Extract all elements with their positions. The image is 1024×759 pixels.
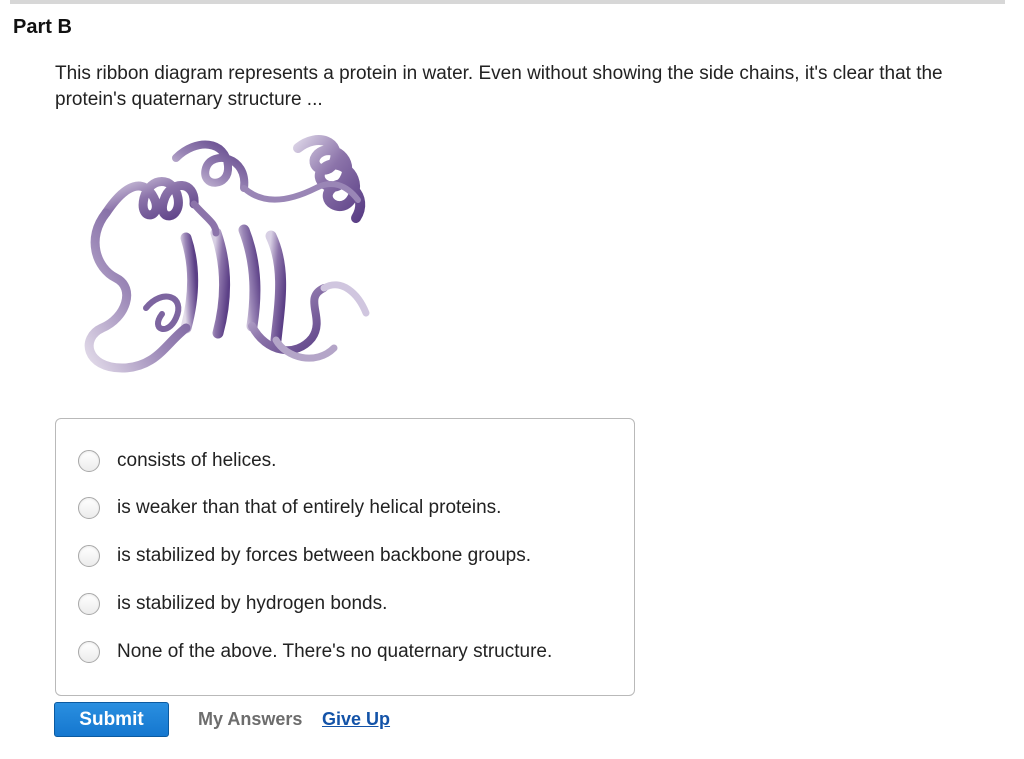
protein-ribbon-diagram: [84, 135, 370, 373]
option-hydrogen-bonds[interactable]: is stabilized by hydrogen bonds.: [78, 589, 387, 619]
option-backbone-forces[interactable]: is stabilized by forces between backbone…: [78, 541, 531, 571]
option-helices[interactable]: consists of helices.: [78, 446, 276, 476]
my-answers-link[interactable]: My Answers: [198, 709, 302, 730]
top-divider: [10, 0, 1005, 4]
radio-button-icon[interactable]: [78, 450, 100, 472]
radio-button-icon[interactable]: [78, 641, 100, 663]
option-label: is stabilized by forces between backbone…: [117, 545, 532, 566]
radio-button-icon[interactable]: [78, 497, 100, 519]
option-label: consists of helices.: [117, 450, 277, 471]
submit-button[interactable]: Submit: [54, 702, 169, 737]
option-label: is stabilized by hydrogen bonds.: [117, 593, 388, 614]
option-label: None of the above. There's no quaternary…: [117, 641, 553, 662]
option-weaker[interactable]: is weaker than that of entirely helical …: [78, 493, 501, 523]
radio-button-icon[interactable]: [78, 593, 100, 615]
option-label: is weaker than that of entirely helical …: [117, 497, 502, 518]
part-title: Part B: [13, 16, 72, 38]
answer-options-box: consists of helices. is weaker than that…: [55, 418, 635, 696]
give-up-link[interactable]: Give Up: [322, 709, 390, 730]
radio-button-icon[interactable]: [78, 545, 100, 567]
option-none-of-the-above[interactable]: None of the above. There's no quaternary…: [78, 637, 552, 667]
question-text: This ribbon diagram represents a protein…: [55, 63, 943, 110]
